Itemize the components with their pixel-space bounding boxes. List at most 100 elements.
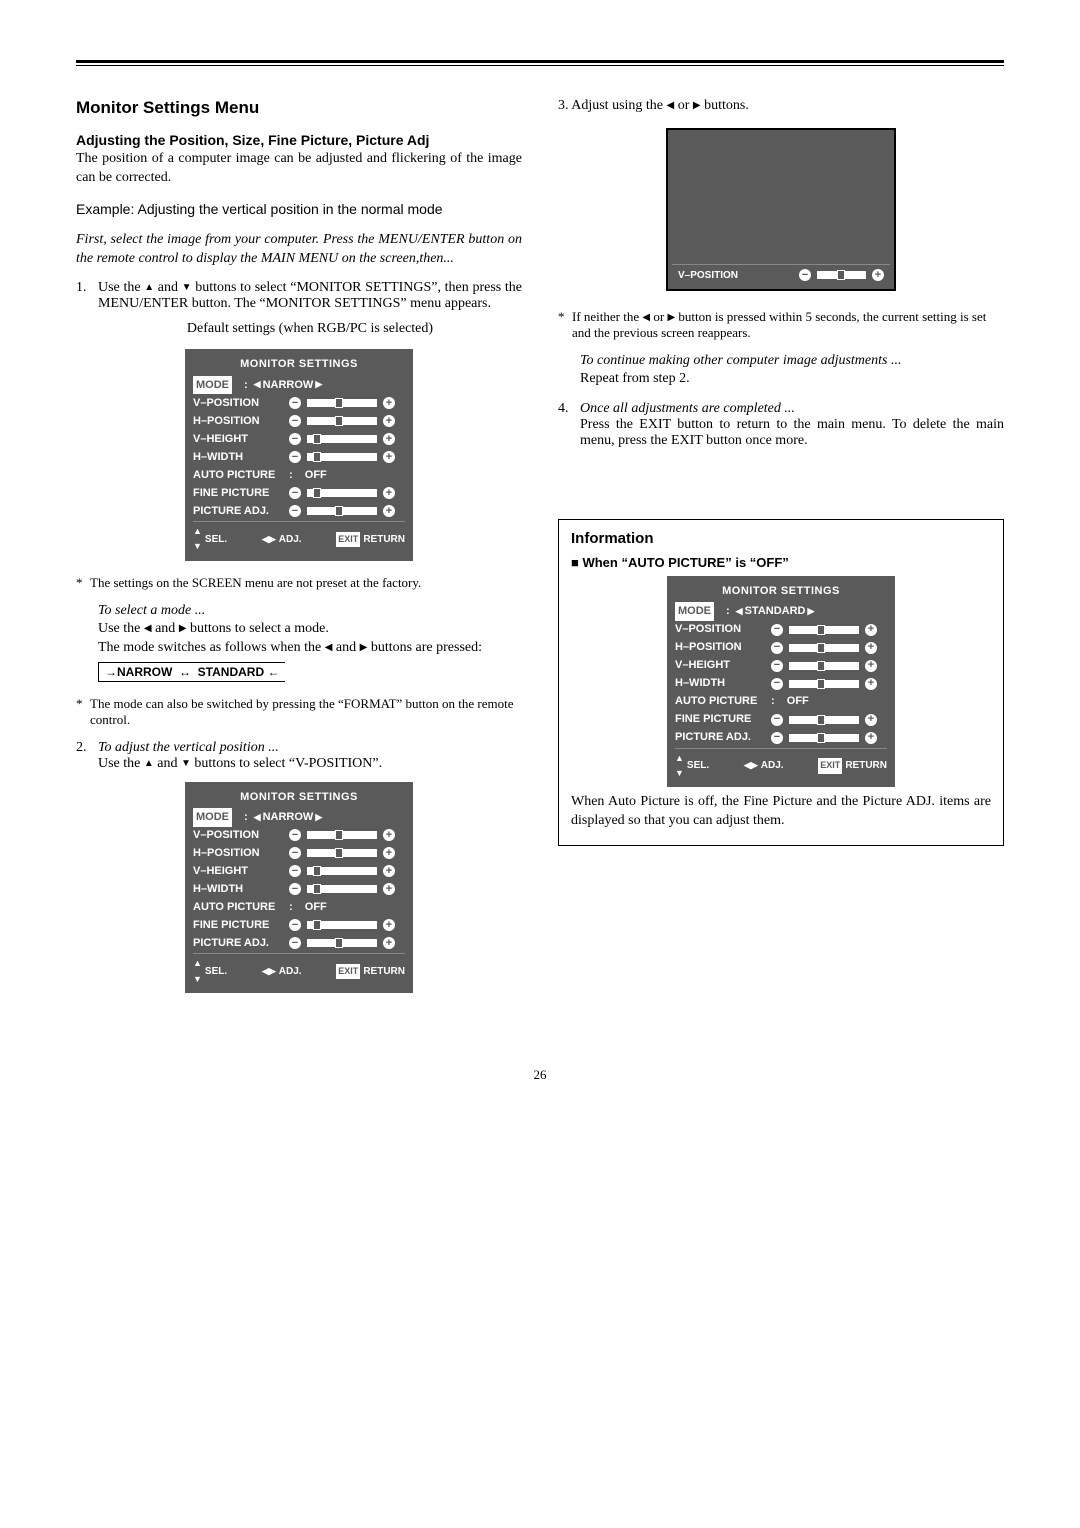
- slider-bar: [789, 716, 859, 724]
- right-triangle-icon: ▶: [667, 312, 675, 323]
- text: or: [674, 98, 693, 113]
- text: If neither the: [572, 309, 642, 324]
- slider-bar: [307, 399, 377, 407]
- minus-icon: −: [799, 269, 811, 281]
- text: The mode can also be switched by pressin…: [90, 696, 522, 728]
- text: ADJ.: [761, 757, 784, 774]
- slider-bar: [307, 489, 377, 497]
- text: RETURN: [845, 757, 887, 774]
- slider-bar: [307, 507, 377, 515]
- osd-row-label: V–POSITION: [678, 270, 738, 281]
- minus-icon: −: [289, 829, 301, 841]
- osd-footer: ▲▼SEL. ◀▶ADJ. EXITRETURN: [193, 956, 405, 987]
- osd-value: OFF: [305, 466, 327, 485]
- format-note: * The mode can also be switched by press…: [76, 696, 522, 728]
- colon: :: [244, 376, 248, 395]
- minus-icon: −: [771, 678, 783, 690]
- minus-icon: −: [289, 433, 301, 445]
- updown-icon: ▲▼: [193, 956, 202, 987]
- osd-row-label: H–POSITION: [193, 412, 283, 431]
- osd-screenshot-2: MONITOR SETTINGS MODE : ◀ NARROW ▶ V–POS…: [76, 782, 522, 993]
- text: SEL.: [205, 531, 227, 548]
- arrow-icon: ←: [267, 665, 279, 679]
- colon: :: [726, 602, 730, 621]
- osd-row-label: H–POSITION: [193, 844, 283, 863]
- step-number: 2.: [76, 740, 98, 772]
- slider-bar: [307, 921, 377, 929]
- plus-icon: +: [383, 433, 395, 445]
- osd-row-label: H–WIDTH: [193, 448, 283, 467]
- exit-badge: EXIT: [336, 532, 360, 547]
- plus-icon: +: [383, 451, 395, 463]
- minus-icon: −: [289, 865, 301, 877]
- colon: :: [289, 466, 299, 485]
- up-triangle-icon: ▲: [144, 282, 154, 293]
- text: The settings on the SCREEN menu are not …: [90, 575, 421, 591]
- osd-value: OFF: [787, 692, 809, 711]
- slider-bar: [789, 734, 859, 742]
- osd-mode-value: ◀ STANDARD ▶: [736, 602, 815, 621]
- slider-bar: [307, 939, 377, 947]
- colon: :: [244, 808, 248, 827]
- double-arrow-icon: ↔: [179, 665, 191, 679]
- horizontal-rule: [76, 60, 1004, 66]
- osd-row-label: H–WIDTH: [193, 880, 283, 899]
- right-arrow-icon: ▶: [315, 377, 322, 392]
- minus-icon: −: [771, 624, 783, 636]
- down-triangle-icon: ▼: [181, 758, 191, 769]
- text: or: [650, 309, 667, 324]
- updown-icon: ▲▼: [193, 524, 202, 555]
- left-arrow-icon: ◀: [254, 377, 261, 392]
- leftright-icon: ◀▶: [262, 532, 276, 547]
- minus-icon: −: [289, 847, 301, 859]
- text: buttons.: [701, 98, 749, 113]
- default-caption: Default settings (when RGB/PC is selecte…: [76, 320, 522, 339]
- plus-icon: +: [383, 505, 395, 517]
- osd-title: MONITOR SETTINGS: [193, 355, 405, 374]
- step-3: 3. Adjust using the ◀ or ▶ buttons.: [558, 98, 1004, 114]
- minus-icon: −: [289, 451, 301, 463]
- minus-icon: −: [289, 919, 301, 931]
- slider-bar: [307, 453, 377, 461]
- osd-title: MONITOR SETTINGS: [193, 788, 405, 807]
- continue-block: To continue making other computer image …: [558, 353, 1004, 387]
- minus-icon: −: [289, 937, 301, 949]
- step-1: 1. Use the ▲ and ▼ buttons to select “MO…: [76, 280, 522, 312]
- exit-badge: EXIT: [336, 964, 360, 979]
- plus-icon: +: [865, 624, 877, 636]
- osd-row-label: V–HEIGHT: [193, 430, 283, 449]
- text: and: [332, 640, 359, 655]
- plus-icon: +: [865, 642, 877, 654]
- slider-bar: [817, 271, 866, 279]
- info-subtitle: ■ When “AUTO PICTURE” is “OFF”: [571, 555, 991, 570]
- slider-bar: [307, 849, 377, 857]
- osd-row-label: V–POSITION: [675, 620, 765, 639]
- plus-icon: +: [865, 678, 877, 690]
- osd-mode-label: MODE: [675, 602, 714, 621]
- osd-value: OFF: [305, 898, 327, 917]
- text: 3. Adjust using the: [558, 98, 667, 113]
- adjust-preview: V–POSITION − +: [558, 128, 1004, 291]
- slider-bar: [307, 885, 377, 893]
- text: NARROW: [263, 376, 314, 395]
- osd-row-label: FINE PICTURE: [675, 710, 765, 729]
- text: STANDARD: [745, 602, 806, 621]
- mode-cycle: →NARROW ↔ STANDARD ←: [98, 662, 285, 682]
- text: The mode switches as follows when the: [98, 640, 325, 655]
- right-triangle-icon: ▶: [179, 623, 187, 634]
- slider-bar: [789, 644, 859, 652]
- osd-footer: ▲▼SEL. ◀▶ADJ. EXITRETURN: [675, 751, 887, 782]
- minus-icon: −: [289, 397, 301, 409]
- plus-icon: +: [872, 269, 884, 281]
- updown-icon: ▲▼: [675, 751, 684, 782]
- osd-row-label: AUTO PICTURE: [675, 692, 765, 711]
- page-number: 26: [76, 1067, 1004, 1083]
- osd-row-label: FINE PICTURE: [193, 484, 283, 503]
- right-column: 3. Adjust using the ◀ or ▶ buttons. V–PO…: [558, 98, 1004, 1007]
- text: buttons to select “V-POSITION”.: [191, 756, 382, 771]
- osd-title: MONITOR SETTINGS: [675, 582, 887, 601]
- osd-mode-value: ◀ NARROW ▶: [254, 808, 323, 827]
- info-title: Information: [571, 530, 991, 547]
- minus-icon: −: [771, 732, 783, 744]
- minus-icon: −: [289, 487, 301, 499]
